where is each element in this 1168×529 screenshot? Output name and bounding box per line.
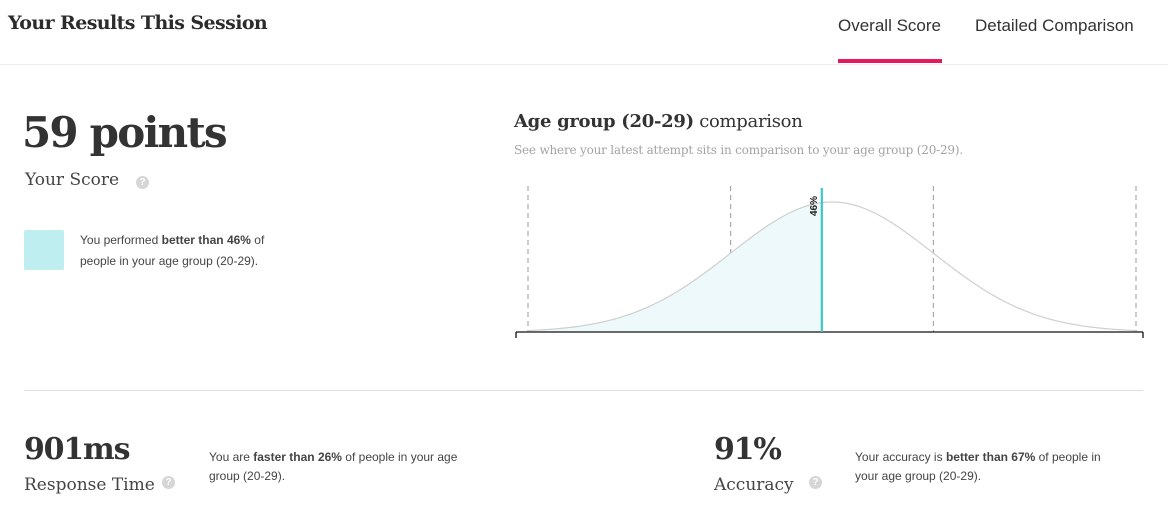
accuracy-value: 91% <box>714 432 782 467</box>
tab-detailed-comparison[interactable]: Detailed Comparison <box>975 16 1134 36</box>
response-time-description: You are faster than 26% of people in you… <box>209 448 479 486</box>
distribution-chart: 46% <box>515 186 1144 338</box>
page-title: Your Results This Session <box>8 12 268 34</box>
chart-title-rest: comparison <box>693 111 803 132</box>
question-circle-icon[interactable]: ? <box>162 476 175 489</box>
percentile-marker-label: 46% <box>809 196 820 216</box>
chart-title-bold: Age group (20-29) <box>514 111 694 132</box>
header-bar: Your Results This Session Overall Score … <box>0 0 1168 65</box>
response-time-label: Response Time <box>24 475 155 495</box>
percentile-prefix: You performed <box>80 233 162 247</box>
chart-subtitle: See where your latest attempt sits in co… <box>514 143 963 157</box>
chart-title: Age group (20-29) comparison <box>514 111 803 132</box>
distribution-curve <box>527 201 1137 332</box>
active-tab-indicator <box>838 59 942 63</box>
response-time-desc-prefix: You are <box>209 450 254 464</box>
response-time-desc-bold: faster than 26% <box>253 450 342 464</box>
section-divider <box>24 390 1143 391</box>
percentile-description: You performed better than 46% of people … <box>80 230 300 272</box>
percentile-bold: better than 46% <box>161 233 251 247</box>
percentile-legend-swatch <box>24 230 64 270</box>
shaded-area-below-marker <box>528 202 822 332</box>
question-circle-icon[interactable]: ? <box>136 176 149 189</box>
accuracy-desc-bold: better than 67% <box>945 450 1036 464</box>
score-label: Your Score <box>25 170 120 190</box>
question-circle-icon[interactable]: ? <box>809 476 822 489</box>
accuracy-desc-prefix: Your accuracy is <box>855 450 946 464</box>
response-time-value: 901ms <box>24 432 130 467</box>
score-value: 59 points <box>22 108 228 157</box>
accuracy-label: Accuracy <box>714 475 794 495</box>
tab-overall-score[interactable]: Overall Score <box>838 16 941 36</box>
accuracy-description: Your accuracy is better than 67% of peop… <box>855 448 1125 486</box>
